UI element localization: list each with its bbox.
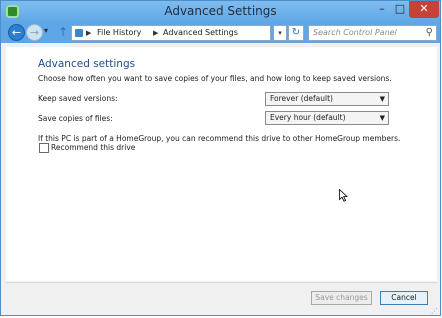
page-description: Choose how often you want to save copies… — [38, 74, 392, 83]
save-frequency-label: Save copies of files: — [38, 114, 113, 123]
address-bar[interactable]: ▶ File History ▶ Advanced Settings — [71, 25, 271, 41]
footer-divider — [6, 282, 437, 283]
search-placeholder: Search Control Panel — [313, 28, 397, 37]
settings-content: Advanced settings Choose how often you w… — [6, 47, 437, 281]
search-icon[interactable]: ⚲ — [426, 26, 433, 40]
recommend-drive-checkbox[interactable] — [39, 143, 49, 153]
address-history-chevron-down-icon[interactable]: ▾ — [273, 25, 287, 41]
homegroup-info-text: If this PC is part of a HomeGroup, you c… — [38, 134, 401, 143]
save-changes-button[interactable]: Save changes — [311, 291, 372, 305]
save-frequency-value: Every hour (default) — [270, 113, 346, 122]
dropdown-arrow-icon: ▼ — [379, 114, 385, 122]
save-frequency-dropdown[interactable]: Every hour (default) ▼ — [265, 111, 389, 125]
breadcrumb-file-history[interactable]: File History — [97, 26, 141, 40]
maximize-button[interactable]: □ — [391, 1, 409, 18]
up-arrow-icon[interactable]: ↑ — [58, 25, 68, 39]
resize-grip-icon[interactable]: ⋰ — [431, 307, 438, 315]
page-title: Advanced settings — [38, 58, 136, 70]
back-button[interactable]: ← — [8, 24, 25, 41]
navigation-bar: ← → ▾ ↑ ▶ File History ▶ Advanced Settin… — [1, 23, 440, 43]
title-bar: Advanced Settings – □ ✕ — [1, 1, 440, 23]
breadcrumb-separator-icon[interactable]: ▶ — [86, 26, 91, 40]
keep-versions-value: Forever (default) — [270, 94, 333, 103]
breadcrumb-advanced-settings[interactable]: Advanced Settings — [163, 26, 238, 40]
forward-button[interactable]: → — [26, 24, 43, 41]
close-button[interactable]: ✕ — [409, 1, 439, 18]
advanced-settings-window: Advanced Settings – □ ✕ ← → ▾ ↑ ▶ File H… — [0, 0, 441, 316]
cancel-button[interactable]: Cancel — [380, 291, 428, 305]
refresh-icon[interactable]: ↻ — [288, 25, 304, 41]
breadcrumb-separator-icon[interactable]: ▶ — [153, 26, 158, 40]
keep-versions-dropdown[interactable]: Forever (default) ▼ — [265, 92, 389, 106]
keep-versions-label: Keep saved versions: — [38, 94, 118, 103]
mouse-cursor-icon — [339, 189, 349, 202]
control-panel-icon — [75, 29, 83, 37]
minimize-button[interactable]: – — [373, 1, 391, 18]
dropdown-arrow-icon: ▼ — [379, 95, 385, 103]
recent-locations-chevron-down-icon[interactable]: ▾ — [44, 26, 48, 35]
recommend-drive-label[interactable]: Recommend this drive — [51, 143, 135, 152]
search-input[interactable]: Search Control Panel ⚲ — [308, 25, 437, 41]
